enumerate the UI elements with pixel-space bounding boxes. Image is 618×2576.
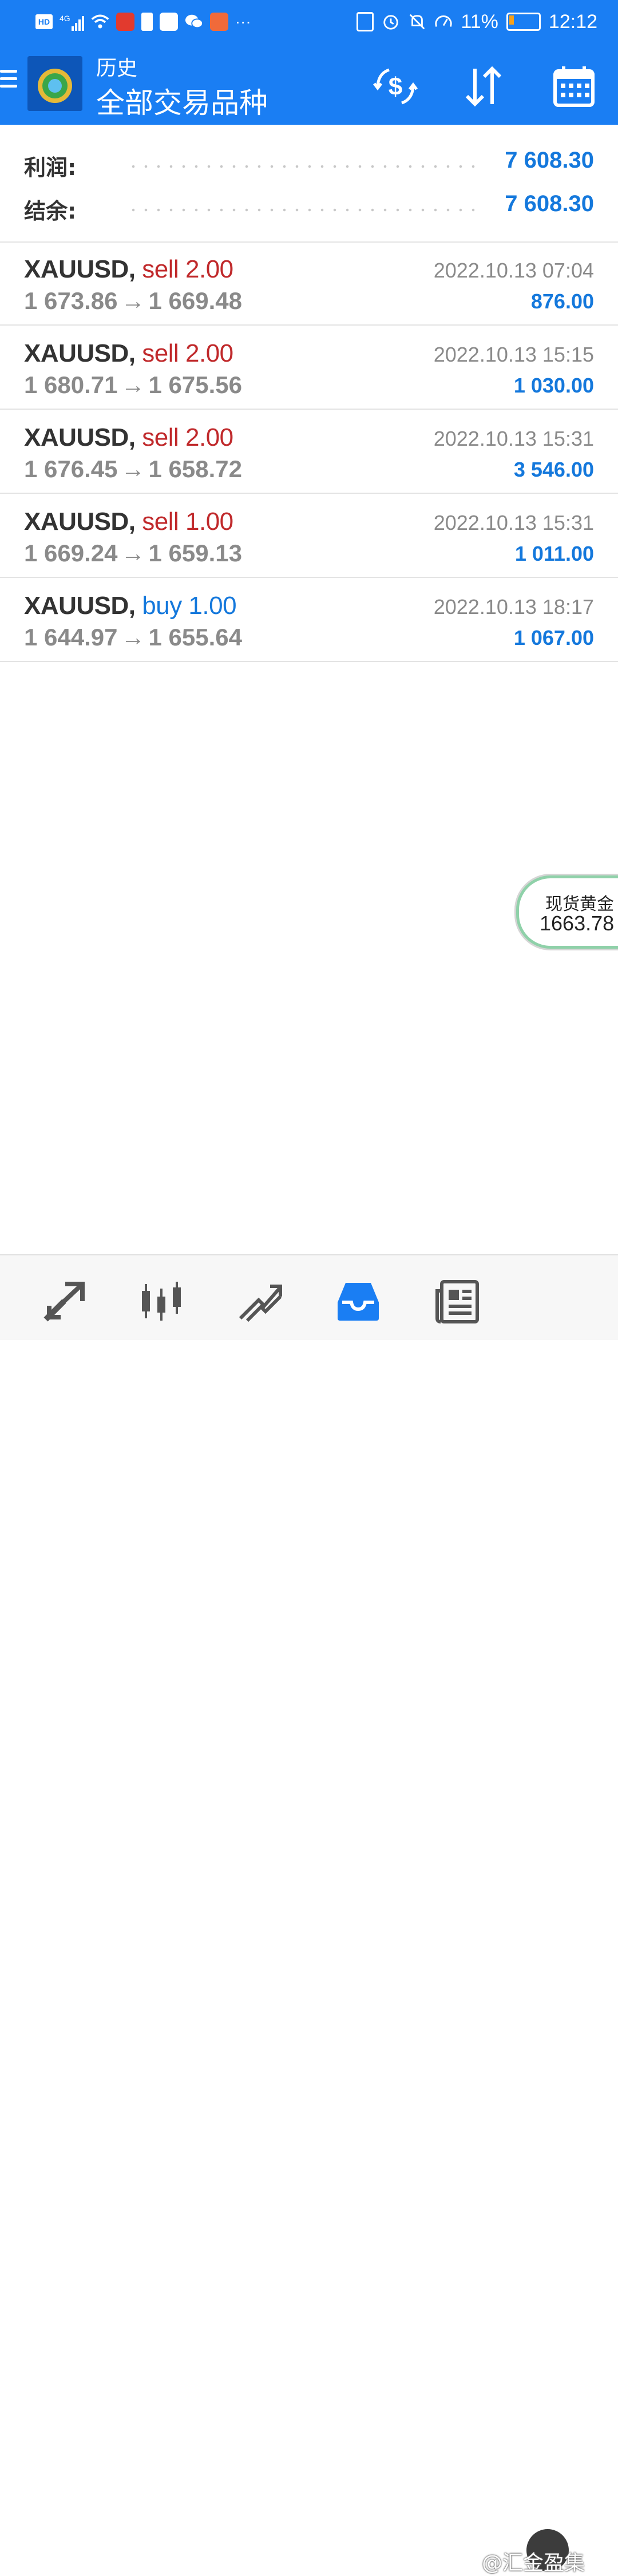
trade-type: sell 1.00 — [142, 508, 233, 536]
arrow-right-icon: → — [121, 540, 145, 566]
bottom-nav: @汇金盈集 — [0, 1254, 618, 2575]
trade-type: buy 1.00 — [142, 592, 237, 620]
news-icon[interactable] — [434, 1277, 482, 1325]
close-price: 1 669.48 — [148, 287, 243, 314]
balance-label: 结余: — [24, 199, 77, 224]
network-label: 4G — [60, 14, 70, 23]
sim-icon — [141, 13, 153, 31]
trade-type: sell 2.00 — [142, 255, 233, 283]
trade-prices: 1 669.24 → 1 659.13 — [24, 540, 242, 567]
trade-symbol: XAUUSD, sell 2.00 — [24, 423, 233, 451]
trade-row[interactable]: XAUUSD, buy 1.00 1 644.97 → 1 655.64 2022.… — [0, 578, 618, 662]
trade-type: sell 2.00 — [142, 339, 233, 367]
trade-row[interactable]: XAUUSD, sell 1.00 1 669.24 → 1 659.13 2022… — [0, 494, 618, 578]
trade-row[interactable]: XAUUSD, sell 2.00 1 680.71 → 1 675.56 2022… — [0, 326, 618, 410]
trade-date: 2022.10.13 15:31 — [433, 427, 594, 450]
trade-prices: 1 680.71 → 1 675.56 — [24, 371, 242, 399]
profit-row: 利润: 7 608.30 — [0, 148, 618, 182]
arrow-right-icon: → — [121, 287, 145, 314]
trade-date: 2022.10.13 18:17 — [433, 595, 594, 619]
page-title[interactable]: 全部交易品种 — [96, 80, 268, 121]
menu-icon[interactable] — [0, 70, 18, 93]
arrow-right-icon: → — [121, 624, 145, 651]
trade-symbol: XAUUSD, sell 2.00 — [24, 339, 233, 367]
battery-percent: 11% — [461, 10, 498, 33]
close-price: 1 659.13 — [148, 540, 243, 566]
health-icon — [209, 13, 228, 31]
dotted-leader — [127, 208, 475, 212]
wechat-icon — [185, 13, 203, 31]
status-icons-right: 11% 12:12 — [356, 8, 597, 35]
trade-symbol: XAUUSD, buy 1.00 — [24, 592, 237, 620]
profit-label: 利润: — [24, 155, 77, 180]
trade-icon[interactable] — [236, 1277, 284, 1325]
trade-profit: 3 546.00 — [513, 458, 594, 481]
trade-profit: 1 011.00 — [514, 542, 594, 565]
history-icon[interactable] — [334, 1277, 382, 1325]
trade-row[interactable]: XAUUSD, sell 2.00 1 673.86 → 1 669.48 2022… — [0, 241, 618, 326]
alarm-icon — [382, 13, 400, 31]
more-icon: ··· — [235, 13, 251, 30]
chart-icon[interactable] — [137, 1277, 185, 1325]
trade-date: 2022.10.13 07:04 — [433, 259, 594, 282]
summary-panel: 利润: 7 608.30 结余: 7 608.30 — [0, 125, 618, 243]
speed-icon — [434, 13, 453, 31]
sort-icon[interactable] — [460, 63, 507, 110]
trade-prices: 1 644.97 → 1 655.64 — [24, 624, 242, 651]
trade-symbol: XAUUSD, sell 1.00 — [24, 508, 233, 536]
trade-profit: 876.00 — [530, 290, 594, 313]
open-price: 1 669.24 — [24, 540, 118, 566]
status-icons-left: HD 4G ··· — [35, 10, 251, 33]
close-price: 1 655.64 — [148, 624, 243, 651]
mute-icon — [408, 13, 426, 31]
metatrader-logo-icon — [27, 56, 82, 111]
calendar-icon[interactable] — [550, 63, 597, 110]
trade-history-list: XAUUSD, sell 2.00 1 673.86 → 1 669.48 2022… — [0, 241, 618, 662]
top-bar: HD 4G ··· 11% 12:12 历史 全部交易品种 $ — [0, 0, 618, 125]
trade-symbol: XAUUSD, sell 2.00 — [24, 255, 233, 283]
browser-icon — [159, 13, 178, 31]
app-bar: 历史 全部交易品种 $ — [0, 43, 618, 125]
svg-text:$: $ — [389, 73, 402, 101]
balance-value: 7 608.30 — [505, 191, 594, 216]
close-price: 1 658.72 — [148, 455, 243, 482]
open-price: 1 644.97 — [24, 624, 118, 651]
open-price: 1 680.71 — [24, 371, 118, 398]
open-price: 1 676.45 — [24, 455, 118, 482]
watermark: @汇金盈集 — [482, 2551, 585, 2575]
arrow-right-icon: → — [121, 371, 145, 398]
arrow-right-icon: → — [121, 455, 145, 482]
status-bar: HD 4G ··· 11% 12:12 — [0, 0, 618, 43]
dotted-leader — [127, 165, 475, 168]
trade-row[interactable]: XAUUSD, sell 2.00 1 676.45 → 1 658.72 2022… — [0, 410, 618, 494]
open-price: 1 673.86 — [24, 287, 118, 314]
nfc-icon — [356, 12, 374, 31]
app-notification-icon — [116, 13, 134, 31]
wifi-icon — [91, 13, 109, 31]
trade-prices: 1 676.45 → 1 658.72 — [24, 455, 242, 483]
clock: 12:12 — [548, 10, 597, 33]
currency-exchange-icon[interactable]: $ — [372, 63, 419, 110]
close-price: 1 675.56 — [148, 371, 243, 398]
balance-row: 结余: 7 608.30 — [0, 191, 618, 225]
trade-type: sell 2.00 — [142, 423, 233, 451]
trade-prices: 1 673.86 → 1 669.48 — [24, 287, 242, 315]
battery-icon — [506, 13, 541, 31]
page-subtitle: 历史 — [96, 57, 138, 80]
gold-price-widget[interactable]: 现货黄金 1663.78 — [516, 875, 618, 949]
widget-price: 1663.78 — [540, 911, 615, 935]
signal-icon: 4G — [60, 13, 84, 31]
profit-value: 7 608.30 — [505, 148, 594, 173]
trade-profit: 1 030.00 — [513, 374, 594, 397]
trade-profit: 1 067.00 — [513, 626, 594, 649]
trade-date: 2022.10.13 15:15 — [433, 343, 594, 366]
hd-icon: HD — [35, 14, 53, 29]
trade-date: 2022.10.13 15:31 — [433, 511, 594, 534]
quotes-icon[interactable] — [40, 1277, 88, 1325]
